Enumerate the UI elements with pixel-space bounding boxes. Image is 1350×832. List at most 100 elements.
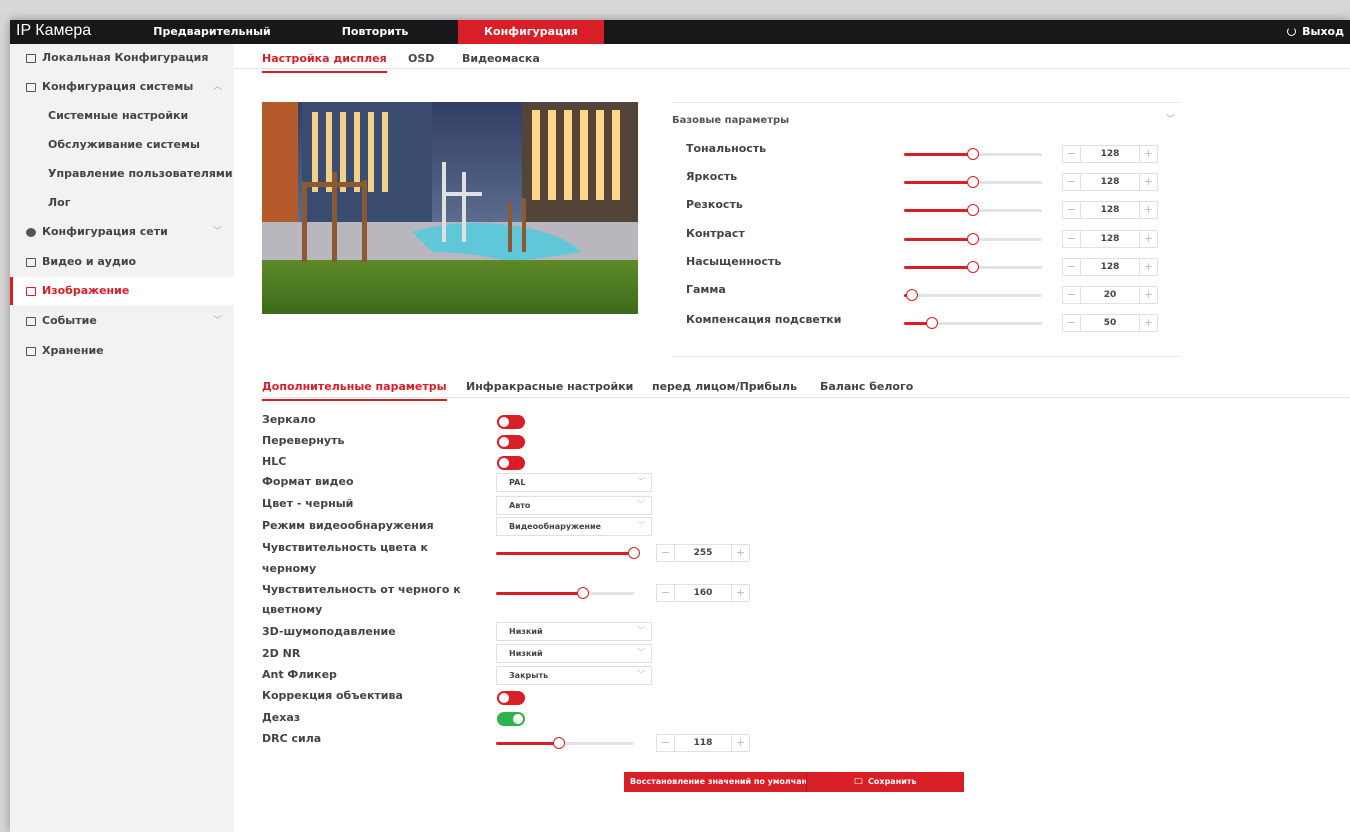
- decrement-button[interactable]: −: [1063, 287, 1081, 303]
- sidebar-item-local-config[interactable]: Локальная Конфигурация: [10, 44, 234, 72]
- hlc-label: HLC: [262, 455, 287, 468]
- decrement-button[interactable]: −: [1063, 146, 1081, 162]
- increment-button[interactable]: +: [1139, 259, 1157, 275]
- lens-correction-toggle[interactable]: [497, 691, 525, 705]
- gamma-slider[interactable]: [904, 289, 1042, 301]
- saturation-stepper[interactable]: − 128 +: [1062, 258, 1158, 276]
- sidebar-item-event[interactable]: Событие ﹀: [10, 307, 234, 335]
- contrast-stepper[interactable]: − 128 +: [1062, 230, 1158, 248]
- network-icon: [26, 228, 36, 237]
- dehaze-toggle[interactable]: [497, 712, 525, 726]
- nr2d-select[interactable]: Низкий ﹀: [496, 644, 652, 663]
- detect-mode-select[interactable]: Видеообнаружение ﹀: [496, 517, 652, 536]
- stepper-value[interactable]: 50: [1081, 315, 1139, 331]
- flip-toggle[interactable]: [497, 435, 525, 449]
- sidebar-item-system-config[interactable]: Конфигурация системы ︿: [10, 73, 234, 101]
- slider-knob[interactable]: [967, 261, 979, 273]
- stepper-value[interactable]: 128: [1081, 259, 1139, 275]
- stepper-value[interactable]: 128: [1081, 231, 1139, 247]
- stepper-value[interactable]: 128: [1081, 146, 1139, 162]
- drc-stepper[interactable]: − 118 +: [656, 734, 750, 752]
- subtab-face-gain[interactable]: перед лицом/Прибыль: [652, 380, 797, 393]
- chevron-down-icon[interactable]: ﹀: [1166, 112, 1175, 125]
- sidebar-item-log[interactable]: Лог: [10, 189, 234, 217]
- stepper-value[interactable]: 118: [675, 735, 731, 751]
- slider-knob[interactable]: [967, 233, 979, 245]
- slider-knob[interactable]: [906, 289, 919, 301]
- contrast-slider[interactable]: [904, 233, 1042, 245]
- gamma-stepper[interactable]: − 20 +: [1062, 286, 1158, 304]
- restore-defaults-button[interactable]: Восстановление значений по умолчанию: [624, 772, 806, 792]
- hue-slider[interactable]: [904, 148, 1042, 160]
- tab-display-settings[interactable]: Настройка дисплея: [262, 52, 387, 73]
- color-black-select[interactable]: Авто ﹀: [496, 496, 652, 515]
- increment-button[interactable]: +: [731, 585, 749, 601]
- sidebar-item-network[interactable]: Конфигурация сети ﹀: [10, 218, 234, 246]
- increment-button[interactable]: +: [1139, 146, 1157, 162]
- stepper-value[interactable]: 255: [675, 545, 731, 561]
- sharpness-stepper[interactable]: − 128 +: [1062, 201, 1158, 219]
- subtab-white-balance[interactable]: Баланс белого: [820, 380, 913, 393]
- sens-black-color-slider[interactable]: [496, 587, 634, 599]
- stepper-value[interactable]: 128: [1081, 202, 1139, 218]
- decrement-button[interactable]: −: [1063, 202, 1081, 218]
- select-value: PAL: [509, 478, 526, 487]
- subtab-infrared[interactable]: Инфракрасные настройки: [466, 380, 633, 393]
- mirror-toggle[interactable]: [497, 415, 525, 429]
- saturation-slider[interactable]: [904, 261, 1042, 273]
- sens-color-black-stepper[interactable]: − 255 +: [656, 544, 750, 562]
- stepper-value[interactable]: 20: [1081, 287, 1139, 303]
- subtab-advanced[interactable]: Дополнительные параметры: [262, 380, 447, 401]
- slider-knob[interactable]: [576, 587, 589, 599]
- increment-button[interactable]: +: [1139, 174, 1157, 190]
- slider-knob[interactable]: [628, 547, 640, 559]
- decrement-button[interactable]: −: [1063, 231, 1081, 247]
- slider-knob[interactable]: [925, 317, 938, 329]
- antiflicker-select[interactable]: Закрыть ﹀: [496, 666, 652, 685]
- decrement-button[interactable]: −: [657, 735, 675, 751]
- backlight-stepper[interactable]: − 50 +: [1062, 314, 1158, 332]
- increment-button[interactable]: +: [731, 545, 749, 561]
- increment-button[interactable]: +: [1139, 315, 1157, 331]
- slider-knob[interactable]: [553, 737, 566, 749]
- sens-black-color-stepper[interactable]: − 160 +: [656, 584, 750, 602]
- hlc-toggle[interactable]: [497, 456, 525, 470]
- nav-configuration[interactable]: Конфигурация: [458, 20, 604, 44]
- brightness-stepper[interactable]: − 128 +: [1062, 173, 1158, 191]
- sidebar-item-system-settings[interactable]: Системные настройки: [10, 102, 234, 130]
- sidebar-item-video-audio[interactable]: Видео и аудио: [10, 248, 234, 276]
- video-format-select[interactable]: PAL ﹀: [496, 473, 652, 492]
- slider-knob[interactable]: [967, 204, 979, 216]
- decrement-button[interactable]: −: [657, 585, 675, 601]
- tab-osd[interactable]: OSD: [408, 52, 434, 65]
- sharpness-slider[interactable]: [904, 204, 1042, 216]
- nav-playback[interactable]: Повторить: [332, 20, 418, 44]
- slider-knob[interactable]: [967, 148, 979, 160]
- decrement-button[interactable]: −: [657, 545, 675, 561]
- save-button[interactable]: 🗀 Сохранить: [806, 772, 964, 792]
- decrement-button[interactable]: −: [1063, 259, 1081, 275]
- increment-button[interactable]: +: [1139, 287, 1157, 303]
- hue-stepper[interactable]: − 128 +: [1062, 145, 1158, 163]
- slider-knob[interactable]: [967, 176, 979, 188]
- drc-slider[interactable]: [496, 737, 634, 749]
- nr3d-select[interactable]: Низкий ﹀: [496, 622, 652, 641]
- brightness-slider[interactable]: [904, 176, 1042, 188]
- sidebar-item-storage[interactable]: Хранение: [10, 337, 234, 365]
- increment-button[interactable]: +: [731, 735, 749, 751]
- sidebar-item-maintenance[interactable]: Обслуживание системы: [10, 131, 234, 159]
- logout-button[interactable]: Выход: [1287, 20, 1344, 44]
- increment-button[interactable]: +: [1139, 231, 1157, 247]
- stepper-value[interactable]: 128: [1081, 174, 1139, 190]
- sidebar-item-users[interactable]: Управление пользователями: [10, 160, 234, 188]
- sidebar-item-image[interactable]: Изображение: [10, 277, 234, 305]
- stepper-value[interactable]: 160: [675, 585, 731, 601]
- nav-preview[interactable]: Предварительный просмотр: [124, 20, 300, 62]
- backlight-slider[interactable]: [904, 317, 1042, 329]
- decrement-button[interactable]: −: [1063, 174, 1081, 190]
- sens-color-black-slider[interactable]: [496, 547, 640, 559]
- sidebar: Локальная Конфигурация Конфигурация сист…: [10, 44, 234, 832]
- tab-video-mask[interactable]: Видеомаска: [462, 52, 540, 65]
- increment-button[interactable]: +: [1139, 202, 1157, 218]
- decrement-button[interactable]: −: [1063, 315, 1081, 331]
